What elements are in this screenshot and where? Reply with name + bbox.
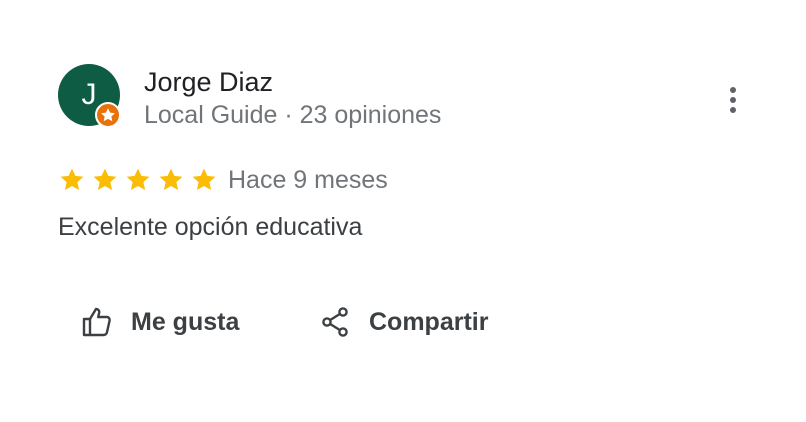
author-meta: Local Guide · 23 opiniones: [144, 101, 442, 129]
more-options-button[interactable]: [718, 82, 748, 118]
author-name[interactable]: Jorge Diaz: [144, 64, 273, 100]
star-filled-icon: [126, 168, 150, 191]
share-icon: [322, 307, 348, 337]
like-button[interactable]: Me gusta: [80, 300, 239, 344]
star-filled-icon: [192, 168, 216, 191]
review-text: Excelente opción educativa: [58, 213, 363, 241]
more-vert-icon: [730, 87, 736, 113]
share-label: Compartir: [369, 307, 489, 336]
like-label: Me gusta: [131, 307, 240, 336]
local-guide-star-icon: [95, 102, 121, 128]
star-filled-icon: [60, 168, 84, 191]
review-date: Hace 9 meses: [228, 166, 388, 194]
star-filled-icon: [93, 168, 117, 191]
star-filled-icon: [159, 168, 183, 191]
share-button[interactable]: Compartir: [318, 300, 488, 344]
thumbs-up-icon: [82, 307, 111, 337]
review-card: J Jorge Diaz Local Guide · 23 opiniones …: [0, 0, 806, 422]
star-rating: [58, 164, 223, 196]
